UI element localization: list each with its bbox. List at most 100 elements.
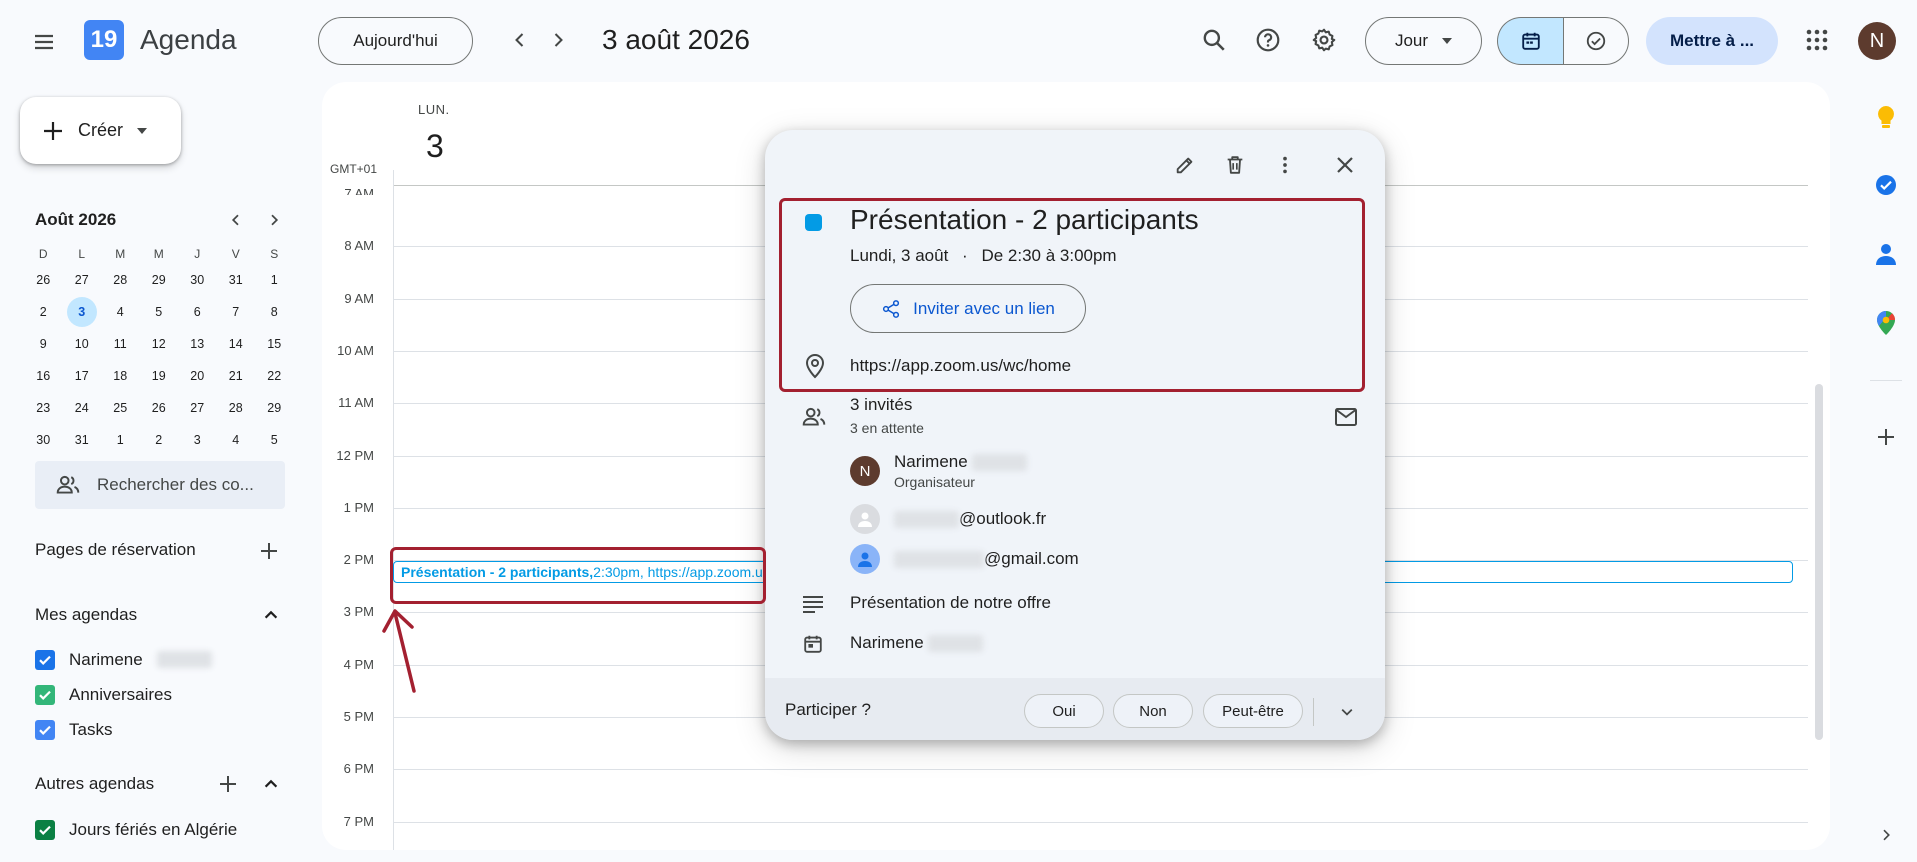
guest-avatar-placeholder [850, 544, 880, 574]
mini-calendar-day[interactable]: 24 [63, 392, 102, 424]
apps-grid-icon[interactable] [1797, 20, 1837, 60]
mini-calendar-day[interactable]: 26 [140, 392, 179, 424]
chevron-up-icon[interactable] [257, 601, 285, 629]
chevron-left-icon[interactable] [222, 206, 250, 234]
mini-calendar-day[interactable]: 31 [63, 424, 102, 456]
mini-calendar-day[interactable]: 3 [63, 296, 102, 328]
rsvp-yes-button[interactable]: Oui [1024, 694, 1104, 728]
mini-calendar-day[interactable]: 28 [101, 264, 140, 296]
rsvp-maybe-button[interactable]: Peut-être [1203, 694, 1303, 728]
chevron-left-icon[interactable] [500, 20, 540, 60]
mini-calendar-day[interactable]: 4 [217, 424, 256, 456]
tasks-view-toggle[interactable] [1563, 17, 1629, 65]
checkbox-checked-icon[interactable] [35, 719, 55, 740]
plus-icon[interactable] [255, 537, 283, 565]
checkbox-checked-icon[interactable] [35, 819, 55, 840]
main-menu-icon[interactable] [24, 22, 64, 62]
mini-calendar-day[interactable]: 18 [101, 360, 140, 392]
mini-calendar-day[interactable]: 13 [178, 328, 217, 360]
mini-calendar-day[interactable]: 20 [178, 360, 217, 392]
mini-calendar-day[interactable]: 1 [101, 424, 140, 456]
guest-gmail[interactable]: @gmail.com [850, 544, 1079, 574]
mini-calendar-day[interactable]: 29 [255, 392, 294, 424]
chevron-right-icon[interactable] [538, 20, 578, 60]
mini-calendar-day[interactable]: 1 [255, 264, 294, 296]
calendar-list-item[interactable]: Anniversaires [35, 677, 212, 712]
mini-calendar-day[interactable]: 28 [217, 392, 256, 424]
email-guests-icon[interactable] [1331, 402, 1361, 432]
update-button[interactable]: Mettre à ... [1646, 17, 1778, 65]
mini-calendar-day-number: 31 [228, 273, 243, 287]
calendar-view-toggle[interactable] [1497, 17, 1563, 65]
mini-calendar-day[interactable]: 2 [140, 424, 179, 456]
mini-calendar-day[interactable]: 21 [217, 360, 256, 392]
mini-calendar-day[interactable]: 8 [255, 296, 294, 328]
mini-calendar-day[interactable]: 7 [217, 296, 256, 328]
gear-icon[interactable] [1304, 20, 1344, 60]
task-check-icon [1586, 31, 1606, 51]
mini-calendar-day[interactable]: 6 [178, 296, 217, 328]
mini-calendar-day-number: 28 [228, 401, 243, 415]
mini-calendar-day[interactable]: 11 [101, 328, 140, 360]
chevron-up-icon[interactable] [257, 770, 285, 798]
app-title: Agenda [140, 24, 237, 55]
people-search-input[interactable]: Rechercher des co... [35, 461, 285, 509]
chevron-right-icon[interactable] [1869, 818, 1903, 852]
mini-calendar-day[interactable]: 10 [63, 328, 102, 360]
edit-pencil-icon[interactable] [1167, 147, 1203, 183]
mini-calendar-day[interactable]: 5 [140, 296, 179, 328]
delete-trash-icon[interactable] [1217, 147, 1253, 183]
chevron-down-icon[interactable] [1331, 696, 1363, 728]
maps-icon[interactable] [1869, 306, 1903, 340]
calendar-list-item[interactable]: Tasks [35, 712, 212, 747]
keep-icon[interactable] [1869, 100, 1903, 134]
more-vert-icon[interactable] [1267, 147, 1303, 183]
contacts-icon[interactable] [1869, 237, 1903, 271]
mini-calendar-day[interactable]: 29 [140, 264, 179, 296]
rsvp-no-button[interactable]: Non [1113, 694, 1193, 728]
search-icon[interactable] [1194, 20, 1234, 60]
today-button[interactable]: Aujourd'hui [318, 17, 473, 65]
mini-calendar-day[interactable]: 17 [63, 360, 102, 392]
mini-calendar-day[interactable]: 27 [63, 264, 102, 296]
mini-calendar-day[interactable]: 5 [255, 424, 294, 456]
mini-calendar-day[interactable]: 9 [24, 328, 63, 360]
guest-organizer[interactable]: N Narimene Organisateur [850, 452, 1028, 490]
calendar-list-item[interactable]: Jours fériés en Algérie [35, 812, 237, 847]
mini-calendar-day[interactable]: 26 [24, 264, 63, 296]
mini-calendar-day[interactable]: 15 [255, 328, 294, 360]
mini-calendar-day[interactable]: 2 [24, 296, 63, 328]
mini-calendar-day[interactable]: 25 [101, 392, 140, 424]
plus-icon[interactable] [214, 770, 242, 798]
mini-calendar-day[interactable]: 4 [101, 296, 140, 328]
guest-outlook[interactable]: @outlook.fr [850, 504, 1046, 534]
plus-icon[interactable] [1869, 420, 1903, 454]
account-avatar[interactable]: N [1858, 22, 1896, 60]
help-icon[interactable] [1248, 20, 1288, 60]
view-select[interactable]: Jour [1365, 17, 1482, 65]
mini-calendar-day[interactable]: 30 [24, 424, 63, 456]
tasks-icon[interactable] [1869, 168, 1903, 202]
mini-calendar-day-number: 20 [190, 369, 205, 383]
chevron-right-icon[interactable] [260, 206, 288, 234]
checkbox-checked-icon[interactable] [35, 684, 55, 705]
mini-calendar-day[interactable]: 22 [255, 360, 294, 392]
scrollbar[interactable] [1815, 384, 1823, 740]
mini-calendar-day[interactable]: 12 [140, 328, 179, 360]
close-icon[interactable] [1327, 147, 1363, 183]
mini-calendar-day[interactable]: 3 [178, 424, 217, 456]
mini-calendar-day[interactable]: 23 [24, 392, 63, 424]
calendar-list-item[interactable]: Narimene [35, 642, 212, 677]
mini-calendar-day[interactable]: 31 [217, 264, 256, 296]
blurred-email-user [894, 551, 984, 569]
checkbox-checked-icon[interactable] [35, 649, 55, 670]
mini-calendar-day[interactable]: 16 [24, 360, 63, 392]
mini-calendar-day[interactable]: 19 [140, 360, 179, 392]
mini-calendar-day[interactable]: 30 [178, 264, 217, 296]
mini-calendar-day[interactable]: 27 [178, 392, 217, 424]
weekday-header: D [38, 247, 48, 261]
guest-email-domain: @gmail.com [984, 549, 1079, 568]
day-number[interactable]: 3 [426, 128, 444, 165]
create-button[interactable]: Créer [20, 97, 181, 164]
mini-calendar-day[interactable]: 14 [217, 328, 256, 360]
